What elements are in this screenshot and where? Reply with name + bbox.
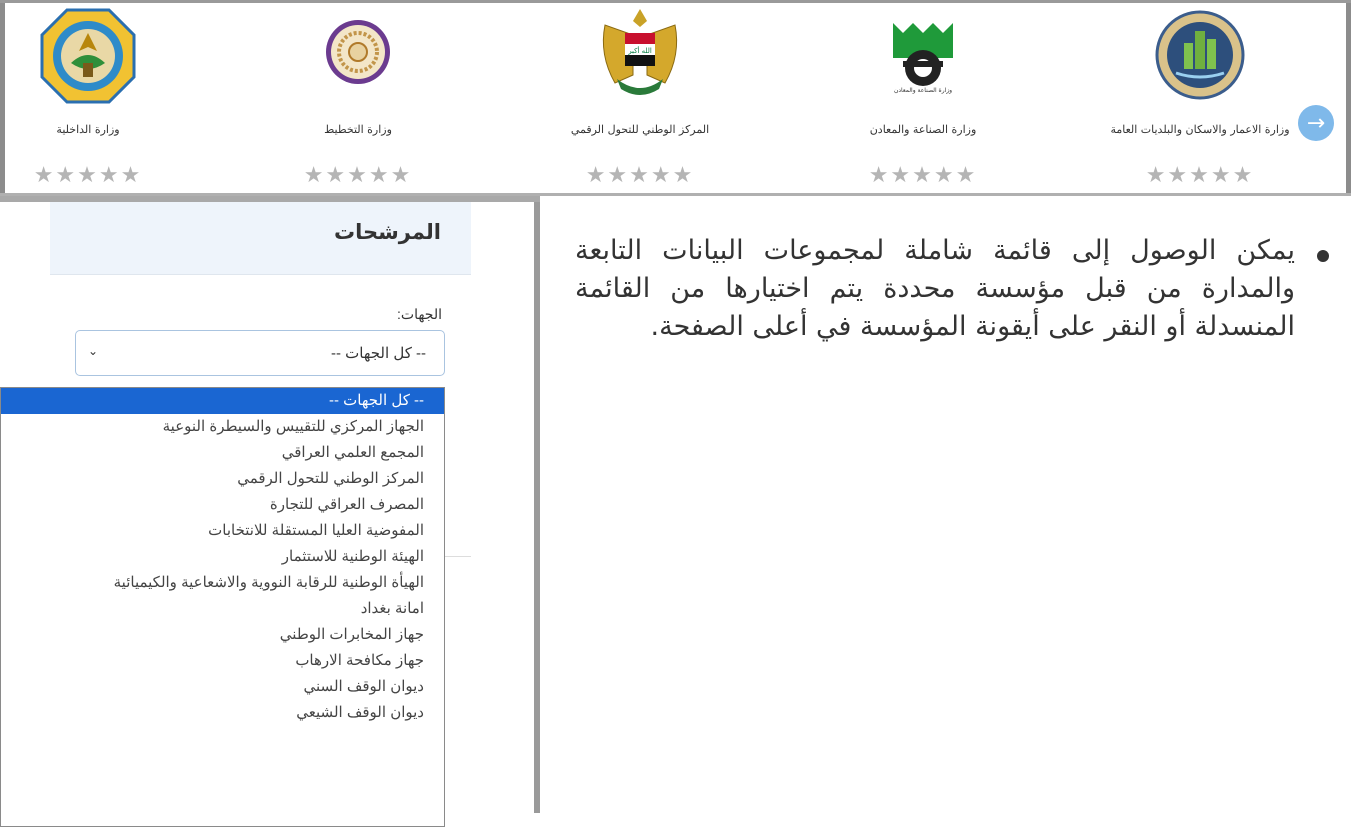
institution-name[interactable]: وزارة التخطيط bbox=[218, 123, 498, 136]
entity-dropdown-list[interactable]: -- كل الجهات -- الجهاز المركزي للتقييس و… bbox=[0, 387, 445, 827]
housing-ministry-logo-icon[interactable] bbox=[1154, 9, 1246, 105]
institution-card[interactable]: وزارة الداخلية ★★★★★ bbox=[0, 3, 228, 193]
dropdown-option[interactable]: امانة بغداد bbox=[1, 596, 444, 622]
rating-stars[interactable]: ★★★★★ bbox=[218, 163, 498, 189]
iraq-eagle-emblem-icon[interactable]: الله أكبر bbox=[595, 5, 685, 105]
svg-text:الله أكبر: الله أكبر bbox=[627, 46, 652, 55]
carousel-next-arrow-icon[interactable]: → bbox=[1298, 105, 1334, 141]
institution-card[interactable]: وزارة الاعمار والاسكان والبلديات العامة … bbox=[1060, 3, 1340, 193]
institution-name[interactable]: وزارة الصناعة والمعادن bbox=[783, 123, 1063, 136]
rating-stars[interactable]: ★★★★★ bbox=[0, 163, 228, 189]
dropdown-option[interactable]: ديوان الوقف الشيعي bbox=[1, 700, 444, 726]
entity-select[interactable]: -- كل الجهات -- ⌄ bbox=[75, 330, 445, 376]
dropdown-option[interactable]: ديوان الوقف السني bbox=[1, 674, 444, 700]
institution-name[interactable]: وزارة الداخلية bbox=[0, 123, 228, 136]
svg-text:وزارة الصناعة والمعادن: وزارة الصناعة والمعادن bbox=[894, 87, 952, 94]
planning-ministry-logo-icon[interactable] bbox=[323, 17, 393, 91]
entity-filter-label: الجهات: bbox=[397, 306, 442, 322]
dropdown-option[interactable]: -- كل الجهات -- bbox=[1, 388, 444, 414]
divider bbox=[445, 556, 471, 557]
filters-panel: المرشحات الجهات: -- كل الجهات -- ⌄ -- كل… bbox=[0, 202, 540, 827]
dropdown-option[interactable]: المفوضية العليا المستقلة للانتخابات bbox=[1, 518, 444, 544]
institution-card[interactable]: الله أكبر المركز الوطني للتحول الرقمي ★★… bbox=[500, 3, 780, 193]
rating-stars[interactable]: ★★★★★ bbox=[1060, 163, 1340, 189]
rating-stars[interactable]: ★★★★★ bbox=[783, 163, 1063, 189]
rating-stars[interactable]: ★★★★★ bbox=[500, 163, 780, 189]
institutions-carousel: وزارة الداخلية ★★★★★ وزارة التخطيط ★★★★★ bbox=[0, 0, 1351, 196]
entity-select-value: -- كل الجهات -- bbox=[330, 345, 426, 362]
dropdown-option[interactable]: الهيئة الوطنية للاستثمار bbox=[1, 544, 444, 570]
dropdown-option[interactable]: جهاز مكافحة الارهاب bbox=[1, 648, 444, 674]
filters-title: المرشحات bbox=[334, 220, 441, 244]
chevron-down-icon: ⌄ bbox=[88, 344, 99, 358]
bullet-point bbox=[1317, 250, 1329, 262]
institution-name[interactable]: المركز الوطني للتحول الرقمي bbox=[500, 123, 780, 136]
dropdown-option[interactable]: الهيأة الوطنية للرقابة النووية والاشعاعي… bbox=[1, 570, 444, 596]
institution-card[interactable]: وزارة التخطيط ★★★★★ bbox=[218, 3, 498, 193]
explanation-text: يمكن الوصول إلى قائمة شاملة لمجموعات الب… bbox=[575, 235, 1295, 342]
institution-card[interactable]: وزارة الصناعة والمعادن وزارة الصناعة وال… bbox=[783, 3, 1063, 193]
dropdown-option[interactable]: جهاز المخابرات الوطني bbox=[1, 622, 444, 648]
interior-ministry-logo-icon[interactable] bbox=[39, 7, 137, 109]
industry-ministry-logo-icon[interactable]: وزارة الصناعة والمعادن bbox=[883, 13, 963, 99]
dropdown-option[interactable]: المجمع العلمي العراقي bbox=[1, 440, 444, 466]
dropdown-option[interactable]: المركز الوطني للتحول الرقمي bbox=[1, 466, 444, 492]
dropdown-option[interactable]: المصرف العراقي للتجارة bbox=[1, 492, 444, 518]
filters-header: المرشحات bbox=[50, 202, 471, 275]
dropdown-option[interactable]: الجهاز المركزي للتقييس والسيطرة النوعية bbox=[1, 414, 444, 440]
